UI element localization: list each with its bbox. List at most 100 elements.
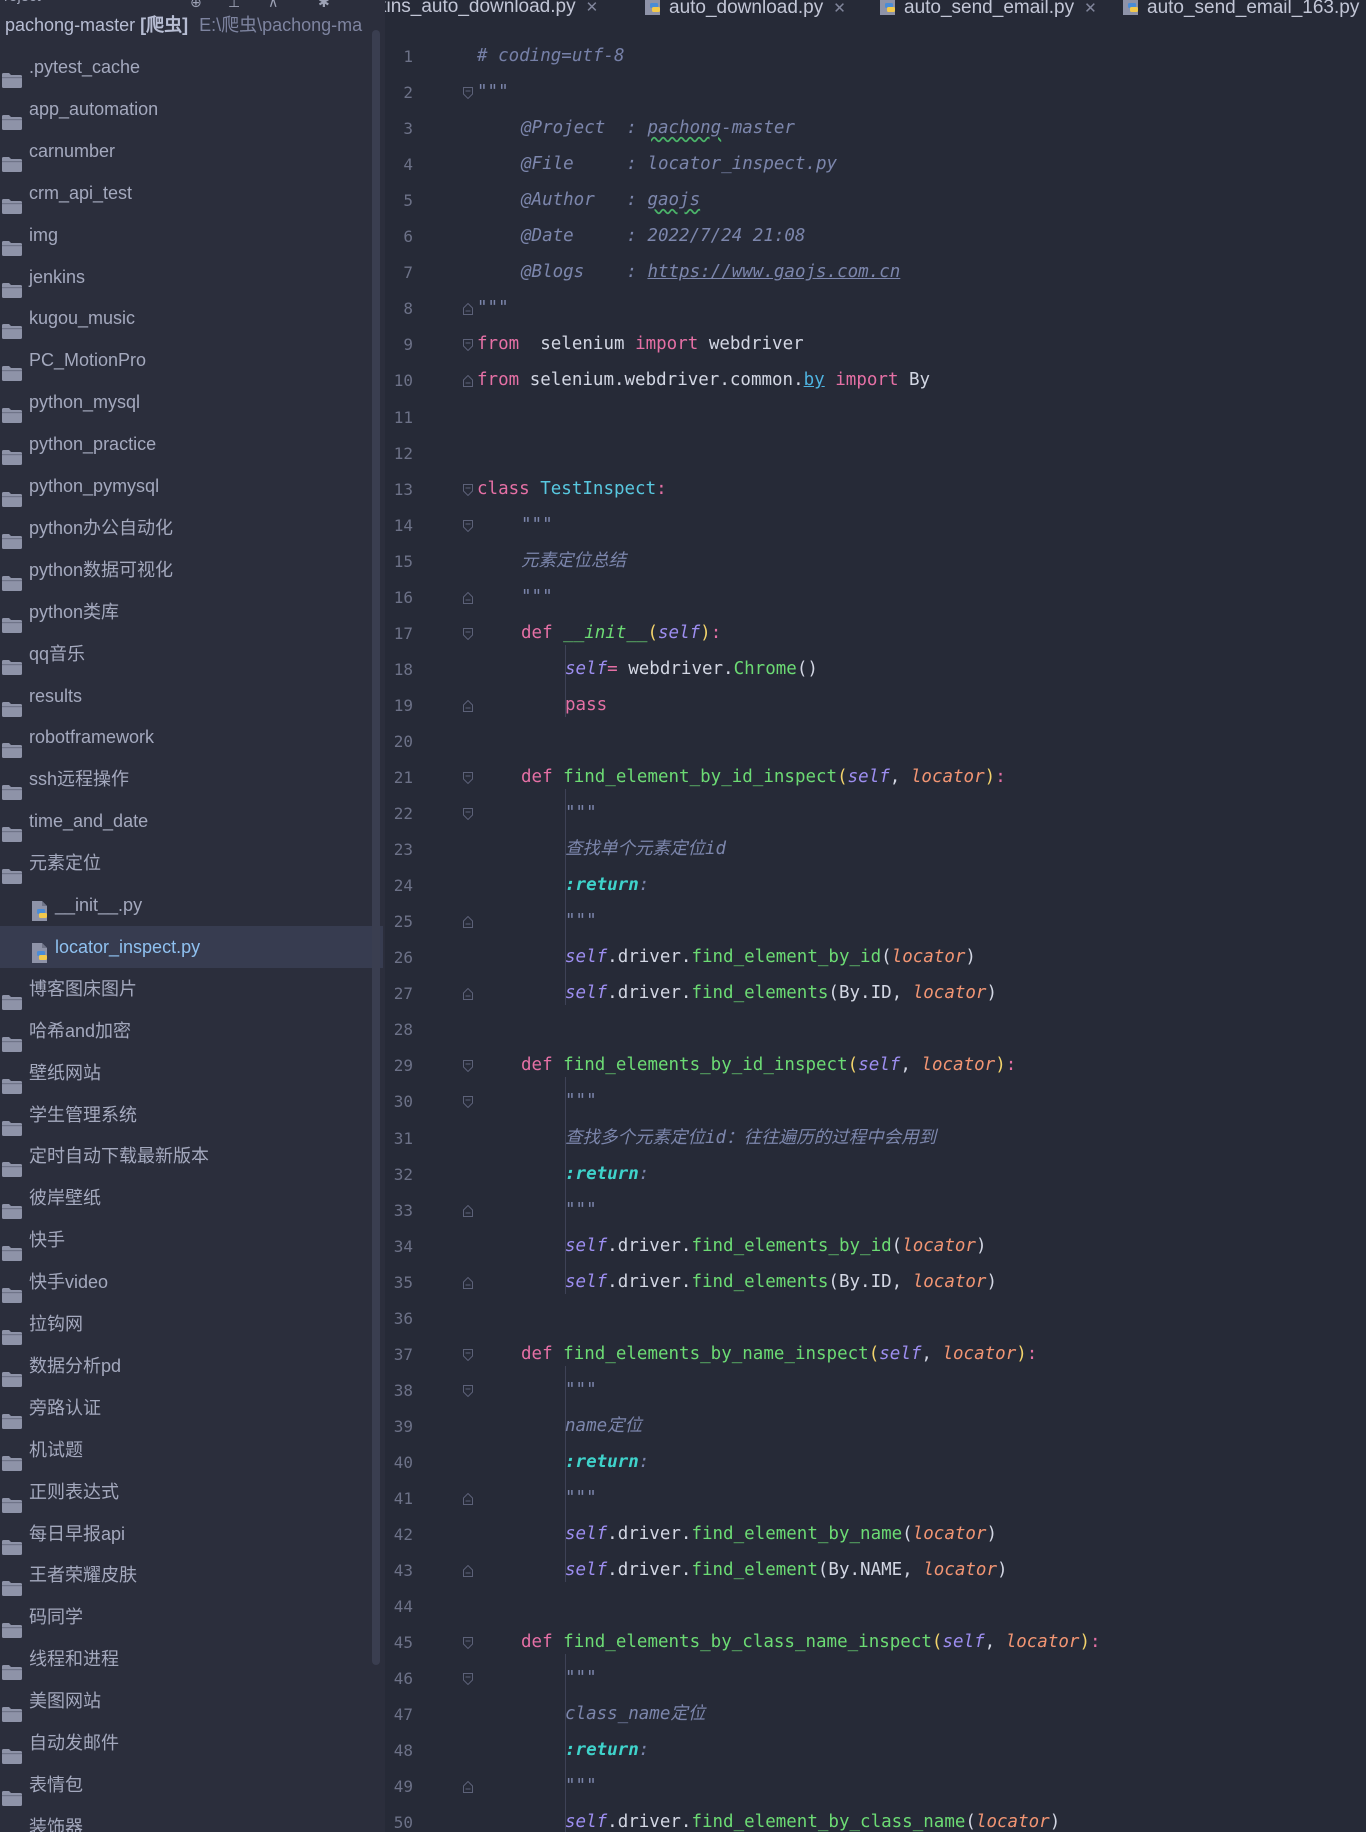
code-line[interactable]: def find_elements_by_name_inspect(self, … — [521, 1336, 1037, 1372]
code-line[interactable]: def find_elements_by_class_name_inspect(… — [521, 1624, 1101, 1660]
tree-folder-item[interactable]: 彼岸壁纸 — [0, 1177, 385, 1220]
tree-folder-item[interactable]: 表情包 — [0, 1764, 385, 1806]
tree-folder-item[interactable]: PC_MotionPro — [0, 339, 385, 382]
tree-folder-item[interactable]: 美图网站 — [0, 1680, 385, 1723]
tree-folder-item[interactable]: 哈希and加密 — [0, 1010, 385, 1052]
fold-close-icon[interactable] — [463, 1204, 473, 1217]
tree-file-item[interactable]: __init__.py — [0, 884, 385, 926]
tree-folder-item[interactable]: results — [0, 675, 385, 717]
code-line[interactable]: """ — [565, 1192, 597, 1228]
tree-folder-item[interactable]: carnumber — [0, 130, 385, 172]
collapse-all-icon[interactable]: ⊥ — [228, 0, 242, 9]
code-line[interactable]: self.driver.find_element_by_class_name(l… — [565, 1804, 1060, 1832]
fold-open-icon[interactable] — [463, 1348, 473, 1362]
tree-folder-item[interactable]: 数据分析pd — [0, 1345, 385, 1387]
fold-close-icon[interactable] — [463, 374, 473, 388]
fold-open-icon[interactable] — [463, 483, 473, 496]
code-line[interactable]: """ — [565, 795, 597, 831]
code-line[interactable]: :return: — [565, 1732, 649, 1768]
tree-folder-item[interactable]: 码同学 — [0, 1596, 385, 1639]
code-line[interactable]: """ — [565, 1660, 597, 1696]
tree-folder-item[interactable]: 线程和进程 — [0, 1638, 385, 1681]
code-line[interactable]: @Author : gaojs — [521, 182, 700, 218]
tree-folder-item[interactable]: app_automation — [0, 88, 385, 130]
code-line[interactable]: name定位 — [565, 1408, 642, 1444]
code-line[interactable]: """ — [477, 74, 509, 110]
tree-folder-item[interactable]: 王者荣耀皮肤 — [0, 1554, 385, 1597]
tree-folder-item[interactable]: .pytest_cache — [0, 46, 385, 88]
code-line[interactable]: def find_element_by_id_inspect(self, loc… — [521, 759, 1006, 795]
tree-folder-item[interactable]: python办公自动化 — [0, 507, 385, 549]
tree-folder-item[interactable]: python数据可视化 — [0, 549, 385, 591]
tree-file-item[interactable]: locator_inspect.py — [0, 925, 383, 968]
fold-open-icon[interactable] — [463, 771, 473, 785]
code-line[interactable]: self.driver.find_elements(By.ID, locator… — [565, 1264, 997, 1300]
fold-close-icon[interactable] — [463, 699, 473, 712]
code-line[interactable]: """ — [521, 507, 553, 543]
code-line[interactable]: """ — [565, 1083, 597, 1119]
code-line[interactable]: class_name定位 — [565, 1696, 705, 1732]
code-line[interactable]: """ — [565, 1768, 597, 1804]
code-line[interactable]: self.driver.find_element_by_id(locator) — [565, 939, 976, 975]
locate-icon[interactable]: ⊕ — [190, 0, 204, 9]
code-line[interactable]: pass — [565, 687, 607, 723]
fold-open-icon[interactable] — [463, 1059, 473, 1073]
code-line[interactable]: from selenium import webdriver — [477, 326, 804, 362]
code-line[interactable]: from selenium.webdriver.common.by import… — [477, 362, 930, 398]
code-line[interactable]: :return: — [565, 1444, 649, 1480]
tree-folder-item[interactable]: 自动发邮件 — [0, 1722, 385, 1764]
fold-close-icon[interactable] — [463, 1276, 473, 1289]
tree-folder-item[interactable]: 元素定位 — [0, 842, 385, 885]
code-line[interactable]: """ — [521, 579, 553, 615]
tree-folder-item[interactable]: 拉钩网 — [0, 1303, 385, 1345]
code-line[interactable]: :return: — [565, 867, 649, 903]
tree-folder-item[interactable]: ssh远程操作 — [0, 758, 385, 801]
tree-folder-item[interactable]: 定时自动下载最新版本 — [0, 1135, 385, 1178]
code-line[interactable]: self.driver.find_element(By.NAME, locato… — [565, 1552, 1008, 1588]
fold-open-icon[interactable] — [463, 1384, 473, 1398]
code-line[interactable]: 元素定位总结 — [521, 543, 626, 579]
tree-folder-item[interactable]: crm_api_test — [0, 172, 385, 214]
code-line[interactable]: def __init__(self): — [521, 615, 721, 651]
fold-close-icon[interactable] — [463, 302, 473, 316]
code-line[interactable]: 查找多个元素定位id：往往遍历的过程中会用到 — [565, 1120, 936, 1156]
code-line[interactable]: def find_elements_by_id_inspect(self, lo… — [521, 1047, 1016, 1083]
code-line[interactable]: @Date : 2022/7/24 21:08 — [521, 218, 805, 254]
tree-folder-item[interactable]: qq音乐 — [0, 633, 385, 675]
code-line[interactable]: self= webdriver.Chrome() — [565, 651, 818, 687]
tree-folder-item[interactable]: python_pymysql — [0, 465, 385, 507]
code-line[interactable]: """ — [565, 1480, 597, 1516]
tree-folder-item[interactable]: 学生管理系统 — [0, 1094, 385, 1136]
project-root[interactable]: pachong-master [爬虫] E:\爬虫\pachong-ma — [5, 12, 362, 38]
code-line[interactable]: self.driver.find_elements_by_id(locator) — [565, 1228, 987, 1264]
code-line[interactable]: @Project : pachong-master — [521, 110, 795, 146]
code-line[interactable]: @Blogs : https://www.gaojs.com.cn — [521, 254, 900, 290]
fold-close-icon[interactable] — [463, 1564, 473, 1578]
code-line[interactable]: self.driver.find_element_by_name(locator… — [565, 1516, 997, 1552]
tree-folder-item[interactable]: 旁路认证 — [0, 1387, 385, 1429]
tree-folder-item[interactable]: kugou_music — [0, 297, 385, 340]
tree-folder-item[interactable]: python_mysql — [0, 381, 385, 424]
code-line[interactable]: """ — [477, 290, 509, 326]
code-line[interactable]: 查找单个元素定位id — [565, 831, 726, 867]
fold-open-icon[interactable] — [463, 519, 473, 532]
tree-folder-item[interactable]: 每日早报api — [0, 1513, 385, 1555]
tree-folder-item[interactable]: python_practice — [0, 423, 385, 466]
tree-folder-item[interactable]: 快手 — [0, 1219, 385, 1262]
tree-folder-item[interactable]: 快手video — [0, 1261, 385, 1304]
fold-open-icon[interactable] — [463, 627, 473, 641]
fold-close-icon[interactable] — [463, 1492, 473, 1505]
code-line[interactable]: class TestInspect: — [477, 471, 667, 507]
fold-close-icon[interactable] — [463, 591, 473, 604]
fold-open-icon[interactable] — [463, 807, 473, 821]
tree-folder-item[interactable]: 壁纸网站 — [0, 1052, 385, 1094]
fold-open-icon[interactable] — [463, 86, 473, 100]
fold-close-icon[interactable] — [463, 915, 473, 929]
tree-folder-item[interactable]: time_and_date — [0, 800, 385, 843]
fold-open-icon[interactable] — [463, 1095, 473, 1109]
code-line[interactable]: # coding=utf-8 — [477, 38, 625, 74]
fold-open-icon[interactable] — [463, 338, 473, 352]
fold-close-icon[interactable] — [463, 987, 473, 1001]
tree-folder-item[interactable]: robotframework — [0, 716, 385, 759]
tree-folder-item[interactable]: img — [0, 214, 385, 256]
